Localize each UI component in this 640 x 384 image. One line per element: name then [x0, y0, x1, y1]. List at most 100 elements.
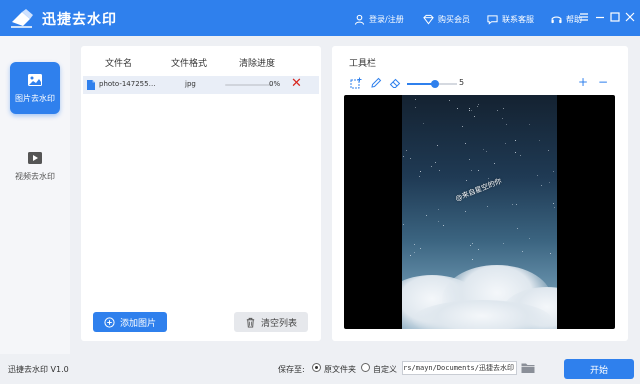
app-title: 迅捷去水印	[42, 12, 117, 28]
star-dot	[516, 203, 518, 205]
trash-icon	[246, 317, 255, 328]
add-image-button[interactable]: 添加图片	[93, 312, 167, 332]
star-dot	[439, 170, 441, 172]
star-dot	[471, 243, 473, 245]
star-dot	[503, 242, 505, 244]
minimize-icon[interactable]	[594, 11, 606, 23]
delete-file-icon[interactable]: ✕	[291, 77, 302, 90]
pencil-icon[interactable]	[370, 77, 382, 89]
column-header-format: 文件格式	[171, 59, 208, 69]
start-button[interactable]: 开始	[564, 359, 634, 379]
star-dot	[529, 238, 531, 240]
star-dot	[553, 202, 555, 204]
star-dot	[456, 108, 458, 110]
star-dot	[461, 126, 463, 128]
star-dot	[422, 122, 424, 124]
sidebar: 图片去水印 视频去水印	[0, 36, 70, 354]
star-dot	[443, 225, 445, 227]
star-dot	[465, 210, 467, 212]
star-dot	[520, 154, 522, 156]
star-dot	[515, 152, 517, 154]
star-dot	[485, 151, 487, 153]
watermark-text: @来自星空的你	[454, 177, 503, 203]
star-dot	[502, 108, 504, 110]
chat-icon	[487, 14, 498, 25]
close-icon[interactable]	[624, 11, 636, 23]
sidebar-item-label: 视频去水印	[15, 172, 55, 181]
image-preview-canvas[interactable]: @来自星空的你	[344, 95, 615, 329]
star-dot	[504, 142, 506, 144]
star-dot	[414, 252, 416, 254]
user-icon	[354, 14, 365, 25]
tool-panel: 工具栏 5 + − @来自星空的你	[332, 46, 628, 341]
radio-original-folder[interactable]	[312, 363, 321, 372]
star-dot	[516, 228, 518, 229]
table-row[interactable]: photo-147255… jpg 0% ✕	[83, 76, 319, 94]
star-dot	[501, 118, 503, 120]
maximize-icon[interactable]	[609, 11, 621, 23]
add-circle-icon	[104, 316, 115, 328]
save-path-input[interactable]: C:/Users/mayn/Documents/迅捷去水印	[402, 361, 517, 375]
title-bar: 迅捷去水印 登录/注册 购买会员 联系客服 帮助	[0, 0, 640, 36]
star-dot	[511, 203, 513, 205]
star-dot	[418, 176, 420, 178]
star-dot	[548, 150, 550, 152]
clear-list-button[interactable]: 清空列表	[234, 312, 308, 332]
star-dot	[464, 143, 466, 145]
star-dot	[409, 254, 411, 256]
brush-size-slider-handle[interactable]	[430, 80, 439, 88]
sidebar-item-video-watermark[interactable]: 视频去水印	[10, 140, 60, 192]
footer: 迅捷去水印 V1.0 保存至: 原文件夹 自定义 C:/Users/mayn/D…	[0, 354, 640, 384]
star-dot	[469, 159, 471, 161]
preview-image: @来自星空的你	[402, 95, 557, 329]
star-dot	[465, 179, 467, 181]
contact-service-button[interactable]: 联系客服	[487, 12, 534, 26]
clear-list-label: 清空列表	[260, 318, 297, 329]
star-dot	[477, 169, 479, 171]
star-dot	[469, 245, 471, 246]
file-list-header: 文件名 文件格式 清除进度	[81, 46, 321, 74]
star-dot	[438, 221, 440, 223]
toolbar-title: 工具栏	[349, 59, 377, 69]
radio-custom-folder[interactable]	[361, 363, 370, 372]
star-dot	[414, 244, 416, 246]
star-dot	[540, 184, 542, 186]
sidebar-item-image-watermark[interactable]: 图片去水印	[10, 62, 60, 114]
star-dot	[497, 109, 499, 111]
star-dot	[434, 161, 436, 163]
zoom-out-icon[interactable]: −	[597, 76, 609, 88]
star-dot	[550, 252, 552, 254]
star-dot	[425, 215, 427, 217]
progress-percent: 0%	[269, 80, 281, 88]
star-dot	[414, 106, 416, 108]
eraser-logo-icon	[11, 9, 33, 28]
brush-size-slider[interactable]	[407, 80, 457, 88]
star-dot	[437, 145, 439, 147]
star-dot	[494, 163, 496, 165]
star-dot	[448, 100, 450, 101]
star-dot	[405, 150, 407, 152]
star-dot	[537, 175, 539, 177]
save-to-label: 保存至:	[278, 365, 305, 374]
menu-icon[interactable]	[578, 11, 590, 23]
star-dot	[478, 249, 480, 251]
eraser-icon[interactable]	[389, 77, 401, 89]
zoom-in-icon[interactable]: +	[577, 76, 589, 88]
star-dot	[487, 177, 489, 179]
star-dot	[548, 182, 550, 184]
folder-icon[interactable]	[521, 362, 535, 374]
star-dot	[539, 139, 541, 141]
select-rectangle-icon[interactable]	[350, 77, 362, 89]
star-dot	[529, 123, 531, 125]
login-label: 登录/注册	[369, 14, 404, 24]
buy-vip-button[interactable]: 购买会员	[423, 12, 470, 26]
star-dot	[477, 103, 479, 105]
login-button[interactable]: 登录/注册	[354, 12, 404, 26]
star-dot	[486, 205, 488, 207]
star-dot	[473, 116, 475, 118]
version-label: 迅捷去水印 V1.0	[8, 365, 69, 374]
radio-custom-folder-label: 自定义	[373, 365, 397, 374]
star-dot	[514, 140, 516, 142]
star-dot	[420, 247, 422, 249]
help-icon	[551, 16, 562, 23]
